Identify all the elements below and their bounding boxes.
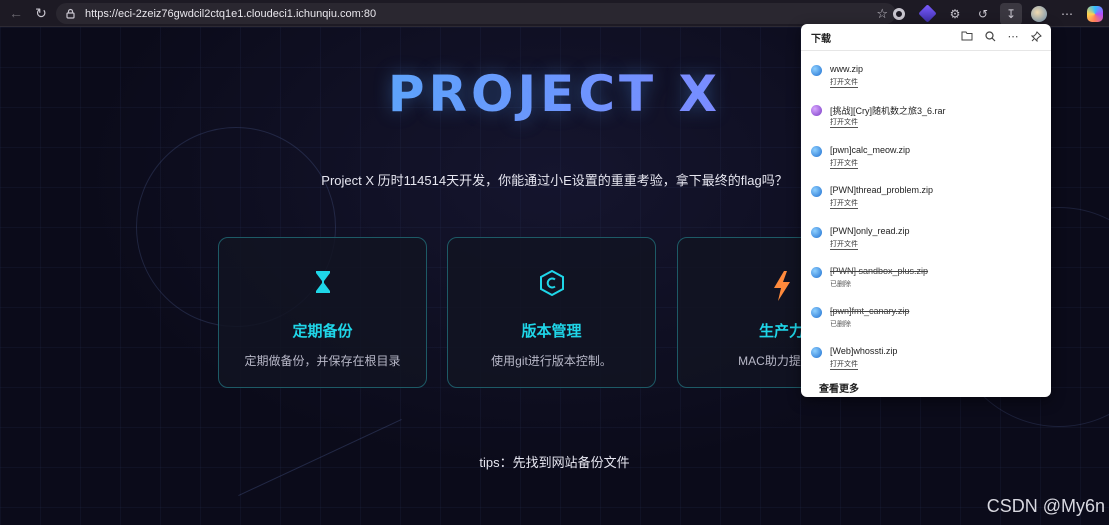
download-icon: ↧: [1005, 6, 1017, 21]
ellipsis-icon: ⋯: [1061, 6, 1073, 21]
downloads-button[interactable]: ↧: [1000, 2, 1022, 25]
ring-icon: [893, 7, 905, 20]
open-file-link[interactable]: 打开文件: [830, 78, 858, 88]
puzzle-icon: ⚙: [949, 6, 961, 21]
download-item[interactable]: [pwn]calc_meow.zip 打开文件: [801, 141, 1051, 181]
back-button[interactable]: ←: [7, 4, 25, 22]
download-item[interactable]: [PWN]only_read.zip 打开文件: [801, 222, 1051, 262]
feature-card-version-control: 版本管理 使用git进行版本控制。: [447, 237, 656, 388]
download-item[interactable]: [PWN]thread_problem.zip 打开文件: [801, 181, 1051, 221]
card-title: 定期备份: [292, 323, 353, 340]
search-icon[interactable]: [983, 29, 997, 43]
url-text[interactable]: https://eci-2zeiz76gwdcil2ctq1e1.cloudec…: [85, 8, 376, 20]
open-file-link[interactable]: 打开文件: [830, 159, 858, 169]
download-filename[interactable]: [Web]whossti.zip: [830, 346, 897, 356]
download-filename[interactable]: [pwn]calc_meow.zip: [830, 145, 910, 155]
card-description: 使用git进行版本控制。: [491, 354, 612, 368]
divider: [801, 50, 1051, 51]
open-file-link[interactable]: 打开文件: [830, 199, 858, 209]
refresh-button[interactable]: ↻: [32, 4, 50, 22]
downloads-header: 下载 ⋯: [801, 24, 1051, 50]
file-icon: [811, 105, 822, 116]
arrow-left-icon: ←: [9, 5, 23, 21]
extension-circle-button[interactable]: [888, 3, 910, 25]
downloads-title: 下载: [811, 33, 831, 45]
download-filename[interactable]: www.zip: [830, 64, 863, 74]
open-file-link[interactable]: 打开文件: [830, 240, 858, 250]
history-button[interactable]: ↺: [972, 3, 994, 25]
tips-text: tips：先找到网站备份文件: [479, 455, 630, 470]
file-icon: [811, 146, 822, 157]
download-item[interactable]: [挑战][Cry]随机数之旅3_6.rar 打开文件: [801, 100, 1051, 140]
see-more-link[interactable]: 查看更多: [819, 380, 859, 395]
open-file-link[interactable]: 打开文件: [830, 360, 858, 370]
download-item[interactable]: www.zip 打开文件: [801, 60, 1051, 100]
toolbar-right: ⚙ ↺ ↧ ⋯: [885, 0, 1109, 27]
file-icon: [811, 227, 822, 238]
watermark: CSDN @My6n: [986, 496, 1105, 516]
address-bar[interactable]: https://eci-2zeiz76gwdcil2ctq1e1.cloudec…: [56, 3, 896, 24]
avatar: [1031, 5, 1047, 22]
more-menu-button[interactable]: ⋯: [1056, 3, 1078, 25]
browser-toolbar: ← ↻ https://eci-2zeiz76gwdcil2ctq1e1.clo…: [0, 0, 1109, 27]
file-icon: [811, 186, 822, 197]
download-filename[interactable]: [挑战][Cry]随机数之旅3_6.rar: [830, 104, 946, 117]
download-item[interactable]: [PWN] sandbox_plus.zip 已删除: [801, 262, 1051, 302]
open-file-link[interactable]: 打开文件: [830, 118, 858, 128]
file-icon: [811, 307, 822, 318]
refresh-icon: ↻: [35, 4, 47, 21]
download-filename: [pwn]fmt_canary.zip: [830, 306, 910, 316]
card-description: 定期做备份，并保存在根目录: [244, 354, 401, 368]
hexagon-c-icon: [448, 270, 655, 296]
file-icon: [811, 267, 822, 278]
downloads-panel: 下载 ⋯ www.zip 打开文件 [挑战][Cry]随机数之旅3_6.rar …: [801, 24, 1051, 397]
download-status: 已删除: [830, 281, 851, 288]
profile-button[interactable]: [1028, 3, 1050, 25]
copilot-button[interactable]: [1084, 3, 1106, 25]
lock-icon: [64, 7, 77, 20]
extensions-button[interactable]: ⚙: [944, 3, 966, 25]
download-filename[interactable]: [PWN]thread_problem.zip: [830, 185, 933, 195]
folder-icon[interactable]: [960, 29, 974, 43]
history-icon: ↺: [977, 6, 989, 21]
hourglass-icon: [219, 270, 426, 294]
download-status: 已删除: [830, 321, 851, 328]
file-icon: [811, 347, 822, 358]
ellipsis-icon[interactable]: ⋯: [1006, 29, 1020, 43]
pin-icon[interactable]: [1029, 29, 1043, 43]
download-item[interactable]: [pwn]fmt_canary.zip 已删除: [801, 302, 1051, 342]
download-filename[interactable]: [PWN]only_read.zip: [830, 226, 910, 236]
card-title: 版本管理: [521, 323, 582, 340]
file-icon: [811, 65, 822, 76]
download-item[interactable]: [Web]whossti.zip 打开文件: [801, 342, 1051, 382]
download-filename: [PWN] sandbox_plus.zip: [830, 266, 929, 276]
feature-card-backup: 定期备份 定期做备份，并保存在根目录: [218, 237, 427, 388]
copilot-icon: [1087, 5, 1103, 22]
extension-purple-button[interactable]: [916, 3, 938, 25]
diamond-icon: [917, 4, 937, 23]
